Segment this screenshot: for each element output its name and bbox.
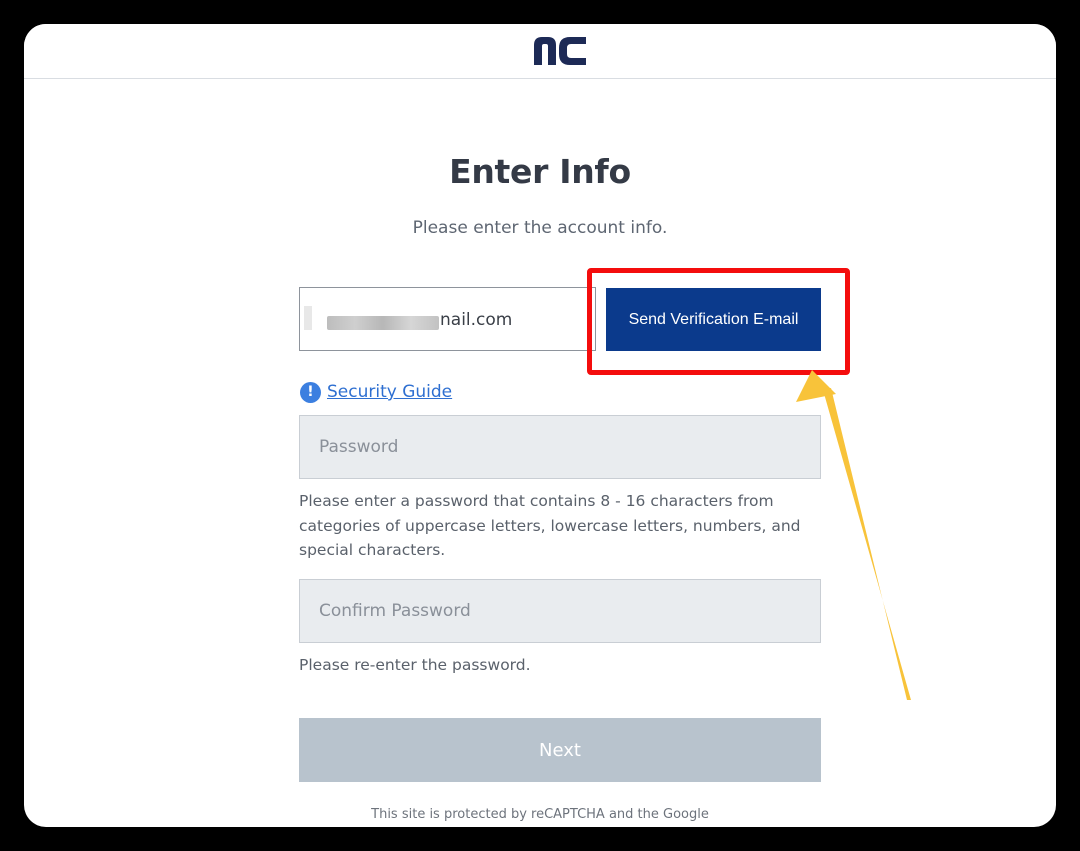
page-subtitle: Please enter the account info. bbox=[412, 218, 668, 238]
email-value: nail.com bbox=[440, 310, 513, 330]
redacted-email bbox=[327, 316, 439, 330]
next-button[interactable]: Next bbox=[299, 718, 821, 782]
password-placeholder: Password bbox=[319, 437, 399, 457]
password-field[interactable]: Password bbox=[299, 415, 821, 479]
info-icon: ! bbox=[300, 381, 321, 403]
app-window: nc Enter Info Please enter the account i… bbox=[24, 24, 1056, 827]
security-guide-link[interactable]: Security Guide bbox=[327, 382, 452, 402]
highlight-box bbox=[587, 268, 850, 375]
header-bar: nc bbox=[24, 24, 1056, 79]
email-field[interactable]: nail.com bbox=[299, 287, 596, 351]
nc-logo: nc bbox=[534, 37, 586, 65]
security-guide[interactable]: ! Security Guide bbox=[300, 380, 452, 404]
confirm-password-placeholder: Confirm Password bbox=[319, 601, 471, 621]
redacted-mark bbox=[304, 306, 312, 330]
page-title: Enter Info bbox=[449, 152, 631, 191]
confirm-password-hint: Please re-enter the password. bbox=[299, 656, 531, 674]
recaptcha-notice: This site is protected by reCAPTCHA and … bbox=[371, 807, 709, 822]
password-hint: Please enter a password that contains 8 … bbox=[299, 492, 801, 559]
confirm-password-field[interactable]: Confirm Password bbox=[299, 579, 821, 643]
